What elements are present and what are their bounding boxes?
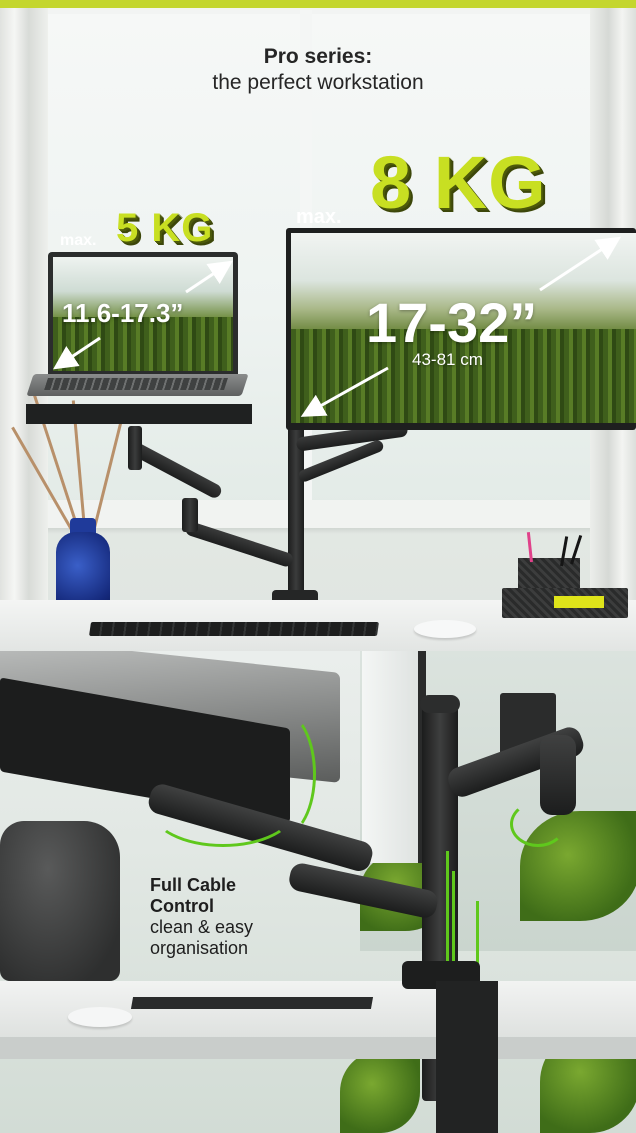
office-chair [0, 821, 120, 981]
dimension-arrows [53, 236, 622, 417]
mouse [68, 1007, 132, 1027]
workstation-photo: Pro series: the perfect workstation max.… [0, 0, 636, 651]
monitor-diagonal-arrow-bottom [300, 366, 389, 417]
monitor-side-view [362, 651, 426, 863]
cable [250, 711, 316, 837]
cable [510, 801, 566, 847]
clamp-body [436, 981, 498, 1133]
laptop-diagonal-arrow-bottom [53, 336, 101, 370]
pole-cap [420, 695, 460, 713]
cable-title-line-2: Control [150, 896, 214, 916]
cable-desc-line-1: clean & easy [150, 917, 254, 937]
mouse [414, 620, 476, 638]
accent-bar [0, 0, 636, 8]
monitor-diagonal-arrow-top [539, 236, 622, 292]
keyboard [89, 622, 379, 636]
sticky-notes [554, 596, 604, 608]
cable-control-caption: Full Cable Control clean & easy organisa… [150, 875, 340, 959]
laptop-diagonal-arrow-top [185, 260, 233, 294]
cable-desc-line-2: organisation [150, 938, 249, 958]
monstera-leaf [340, 1051, 420, 1133]
desk-edge [0, 1037, 636, 1059]
cable-title-line-1: Full Cable [150, 875, 237, 895]
keyboard [130, 997, 374, 1009]
product-banner: Pro series: the perfect workstation max.… [0, 0, 636, 1133]
